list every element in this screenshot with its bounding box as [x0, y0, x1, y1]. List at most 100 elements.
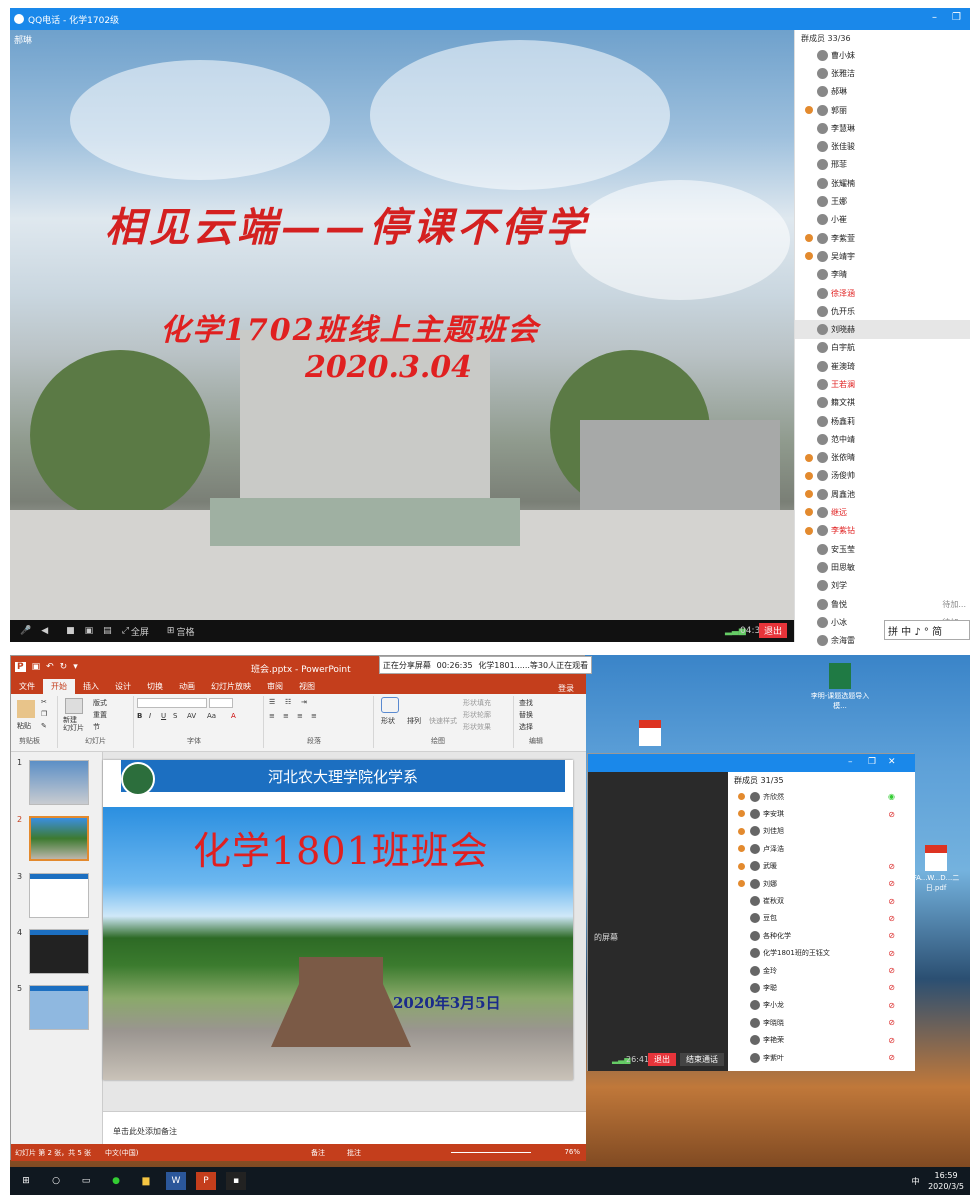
tab-file[interactable]: 文件	[11, 679, 43, 694]
bullets-icon[interactable]: ☰	[269, 698, 275, 706]
member-row[interactable]: 郝琳	[795, 83, 970, 101]
member-row[interactable]: 崔澳琦	[795, 357, 970, 375]
new-slide-icon[interactable]	[65, 698, 83, 714]
restore-icon[interactable]: ❐	[868, 757, 876, 767]
ime-toolbar[interactable]: 拼 中 ♪ ° 简	[884, 620, 970, 640]
slide-thumb-2[interactable]	[29, 816, 89, 861]
search-icon[interactable]: ○	[46, 1172, 66, 1190]
justify-icon[interactable]: ≡	[311, 712, 317, 720]
change-case-icon[interactable]: Aa	[207, 712, 216, 720]
slide-thumb-1[interactable]	[29, 760, 89, 805]
member-row[interactable]: 崔秋双 ⊘	[728, 892, 915, 909]
member-row[interactable]: 张佳骏	[795, 137, 970, 155]
align-left-icon[interactable]: ≡	[269, 712, 275, 720]
zoom-slider[interactable]	[451, 1152, 531, 1153]
numbering-icon[interactable]: ☷	[285, 698, 291, 706]
whiteboard-icon[interactable]: ▤	[103, 626, 112, 636]
paste-icon[interactable]	[17, 700, 35, 718]
layout-button[interactable]: 版式	[93, 698, 107, 708]
member-row[interactable]: 武暖 ⊘	[728, 858, 915, 875]
slide-thumb-5[interactable]	[29, 985, 89, 1030]
shape-outline-button[interactable]: 形状轮廓	[463, 710, 491, 720]
minimize-icon[interactable]: –	[848, 757, 853, 767]
member-row[interactable]: 金玲 ⊘	[728, 962, 915, 979]
member-row[interactable]: 刘晓赫	[795, 320, 970, 339]
redo-icon[interactable]: ↻	[60, 662, 68, 672]
restore-icon[interactable]: ❐	[952, 12, 961, 23]
word-icon[interactable]: W	[166, 1172, 186, 1190]
member-row[interactable]: 李紫叶 ⊘	[728, 1049, 915, 1066]
minimize-icon[interactable]: –	[932, 12, 937, 23]
paste-button[interactable]: 粘贴	[17, 721, 31, 731]
close-icon[interactable]: ✕	[888, 757, 896, 767]
member-row[interactable]: 郭丽	[795, 101, 970, 119]
tab-insert[interactable]: 插入	[75, 679, 107, 694]
find-button[interactable]: 查找	[519, 698, 533, 708]
member-row[interactable]: 刘佳旭	[728, 823, 915, 840]
speaker-icon[interactable]: ◀	[41, 626, 48, 636]
member-row[interactable]: 籍文祺	[795, 394, 970, 412]
reset-button[interactable]: 重置	[93, 710, 107, 720]
save-icon[interactable]: ▣	[32, 662, 41, 672]
member-row[interactable]: 李安琪 ⊘	[728, 805, 915, 822]
align-right-icon[interactable]: ≡	[297, 712, 303, 720]
member-row[interactable]: 张雅洁	[795, 64, 970, 82]
member-row[interactable]: 李晓晓 ⊘	[728, 1014, 915, 1031]
member-row[interactable]: 王娜	[795, 192, 970, 210]
underline-icon[interactable]: U	[161, 712, 166, 720]
tab-animations[interactable]: 动画	[171, 679, 203, 694]
grid-label[interactable]: 宫格	[176, 625, 194, 638]
member-row[interactable]: 李紫钻	[795, 522, 970, 540]
select-button[interactable]: 选择	[519, 722, 533, 732]
slide-thumb-3[interactable]	[29, 873, 89, 918]
member-row[interactable]: 小崔	[795, 211, 970, 229]
shapes-icon[interactable]	[381, 697, 399, 713]
member-row[interactable]: 安玉莹	[795, 540, 970, 558]
current-slide[interactable]: 河北农大理学院化学系 化学1801班班会 2020年3月5日	[103, 760, 573, 1080]
tab-slideshow[interactable]: 幻灯片放映	[203, 679, 259, 694]
member-row[interactable]: 继远	[795, 503, 970, 521]
terminal-icon[interactable]: ▪	[226, 1172, 246, 1190]
task-view-icon[interactable]: ▭	[76, 1172, 96, 1190]
browser-icon[interactable]: ●	[106, 1172, 126, 1190]
member-row[interactable]: 仇开乐	[795, 302, 970, 320]
member-row[interactable]: 范中靖	[795, 430, 970, 448]
cut-icon[interactable]: ✂	[41, 698, 47, 706]
member-row[interactable]: 刘学	[795, 577, 970, 595]
member-row[interactable]: 白宇航	[795, 339, 970, 357]
member-row[interactable]: 鲁悦 待加...	[795, 595, 970, 613]
shape-effect-button[interactable]: 形状效果	[463, 722, 491, 732]
format-painter-icon[interactable]: ✎	[41, 722, 47, 730]
member-row[interactable]: 李慧琳	[795, 119, 970, 137]
member-row[interactable]: 李艳荣 ⊘	[728, 1031, 915, 1048]
exit-button[interactable]: 退出	[648, 1053, 676, 1066]
tray-lang[interactable]: 中	[912, 1177, 920, 1186]
camera-icon[interactable]: ■	[66, 626, 75, 636]
desktop-icon-pdf-2[interactable]: FA...W...D...二日.pdf	[906, 845, 966, 893]
shapes-button[interactable]: 形状	[381, 716, 395, 726]
tab-view[interactable]: 视图	[291, 679, 323, 694]
member-row[interactable]: 王若澜	[795, 375, 970, 393]
desktop-icon-pdf-1[interactable]	[620, 720, 680, 748]
char-spacing-icon[interactable]: AV	[187, 712, 196, 720]
slide-thumb-4[interactable]	[29, 929, 89, 974]
customize-icon[interactable]: ▾	[73, 662, 78, 672]
replace-button[interactable]: 替换	[519, 710, 533, 720]
member-row[interactable]: 周鑫池	[795, 485, 970, 503]
member-row[interactable]: 吴靖宇	[795, 247, 970, 265]
member-row[interactable]: 邢菲	[795, 156, 970, 174]
microphone-icon[interactable]: 🎤	[20, 626, 31, 636]
desktop-icon-excel[interactable]: 李明-课题选题导入模...	[810, 663, 870, 711]
font-family-select[interactable]	[137, 698, 207, 708]
member-row[interactable]: 各种化学 ⊘	[728, 927, 915, 944]
notes-pane[interactable]: 单击此处添加备注	[103, 1111, 586, 1144]
member-row[interactable]: 刘娜 ⊘	[728, 875, 915, 892]
tab-review[interactable]: 审阅	[259, 679, 291, 694]
member-row[interactable]: 杨鑫莉	[795, 412, 970, 430]
arrange-button[interactable]: 排列	[407, 716, 421, 726]
exit-button[interactable]: 退出	[759, 623, 787, 638]
fullscreen-label[interactable]: 全屏	[131, 625, 149, 638]
align-center-icon[interactable]: ≡	[283, 712, 289, 720]
windows-start-icon[interactable]: ⊞	[16, 1172, 36, 1190]
member-row[interactable]: 李晴	[795, 266, 970, 284]
